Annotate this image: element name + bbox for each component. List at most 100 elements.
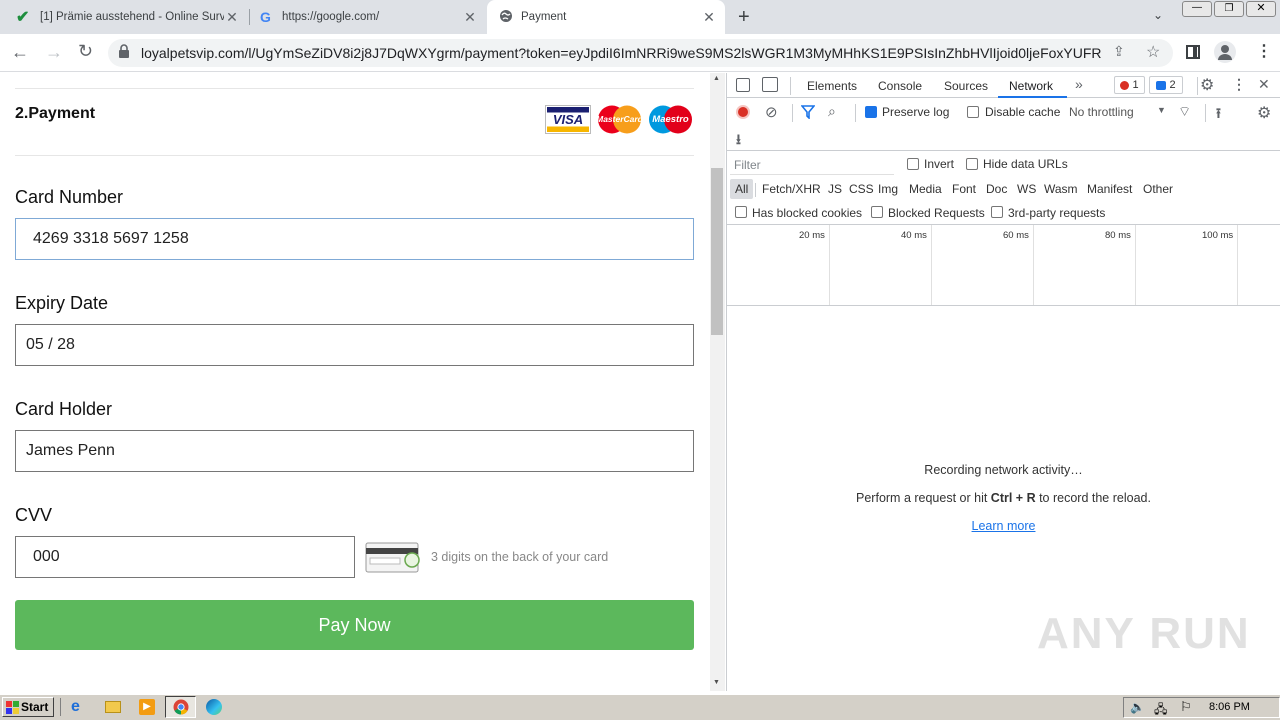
throttling-select[interactable]: No throttling bbox=[1069, 105, 1134, 119]
type-filter-img[interactable]: Img bbox=[878, 182, 898, 196]
media-icon[interactable]: ▶ bbox=[139, 699, 155, 715]
hide-data-urls-checkbox[interactable] bbox=[966, 158, 978, 170]
type-filter-ws[interactable]: WS bbox=[1017, 182, 1036, 196]
preserve-log-checkbox[interactable] bbox=[865, 106, 877, 118]
volume-icon[interactable]: 🔈 bbox=[1130, 700, 1145, 714]
flag-icon[interactable]: ⚐ bbox=[1180, 699, 1192, 715]
type-filter-all[interactable]: All bbox=[730, 179, 754, 199]
search-icon[interactable]: ⌕ bbox=[828, 103, 836, 120]
type-filter-other[interactable]: Other bbox=[1143, 182, 1173, 196]
tab-search-icon[interactable]: ⌄ bbox=[1153, 8, 1163, 22]
share-icon[interactable]: ⇪ bbox=[1113, 43, 1125, 60]
tab-elements[interactable]: Elements bbox=[807, 79, 857, 93]
expiry-date-input[interactable]: 05 / 28 bbox=[15, 324, 694, 366]
side-panel-icon[interactable] bbox=[1186, 45, 1200, 59]
invert-label: Invert bbox=[924, 157, 955, 171]
tab-google[interactable]: G https://google.com/ ✕ bbox=[252, 0, 486, 34]
cvv-hint: 3 digits on the back of your card bbox=[431, 550, 609, 564]
tab-title: Payment bbox=[521, 11, 567, 23]
close-window-button[interactable]: ✕ bbox=[1246, 1, 1276, 17]
type-filter-fetch-xhr[interactable]: Fetch/XHR bbox=[762, 182, 821, 196]
type-filter-media[interactable]: Media bbox=[909, 182, 942, 196]
message-counter[interactable]: 2 bbox=[1149, 76, 1183, 94]
new-tab-button[interactable]: + bbox=[738, 6, 750, 29]
type-filter-doc[interactable]: Doc bbox=[986, 182, 1007, 196]
start-button[interactable]: Start bbox=[2, 697, 54, 717]
hide-data-urls-label: Hide data URLs bbox=[983, 157, 1068, 171]
error-counter[interactable]: 1 bbox=[1114, 76, 1145, 94]
chrome-icon bbox=[173, 699, 189, 715]
tab-network[interactable]: Network bbox=[1009, 79, 1053, 93]
card-number-input[interactable]: 4269 3318 5697 1258 bbox=[15, 218, 694, 260]
inspect-element-icon[interactable] bbox=[736, 78, 750, 92]
invert-checkbox[interactable] bbox=[907, 158, 919, 170]
grid-line bbox=[829, 225, 830, 305]
reload-button[interactable]: ↻ bbox=[78, 41, 93, 62]
learn-more-link[interactable]: Learn more bbox=[727, 519, 1280, 533]
close-devtools-icon[interactable]: ✕ bbox=[1258, 76, 1270, 93]
blocked-requests-checkbox[interactable] bbox=[871, 206, 883, 218]
back-button[interactable]: ← bbox=[11, 42, 29, 63]
devtools-menu-icon[interactable]: ⋮ bbox=[1232, 76, 1246, 93]
chrome-taskbar-button[interactable] bbox=[165, 696, 196, 718]
type-filter-wasm[interactable]: Wasm bbox=[1044, 182, 1078, 196]
tab-title: https://google.com/ bbox=[282, 11, 380, 23]
close-icon[interactable]: ✕ bbox=[701, 9, 717, 26]
payment-page: 2.Payment VISA MasterCard Maestro Card N… bbox=[0, 73, 710, 691]
third-party-label: 3rd-party requests bbox=[1008, 206, 1106, 220]
cvv-input[interactable]: 000 bbox=[15, 536, 355, 578]
tab-console[interactable]: Console bbox=[878, 79, 922, 93]
profile-avatar[interactable] bbox=[1214, 41, 1236, 63]
tab-survey[interactable]: ✔ [1] Prämie ausstehend - Online Surv ✕ bbox=[8, 0, 248, 34]
network-conditions-icon[interactable]: ⌔ bbox=[1178, 103, 1191, 121]
folder-icon[interactable] bbox=[105, 701, 121, 713]
blocked-requests-label: Blocked Requests bbox=[888, 206, 985, 220]
clear-icon[interactable]: ⊘ bbox=[765, 103, 778, 121]
pay-now-button[interactable]: Pay Now bbox=[15, 600, 694, 650]
chevron-down-icon[interactable]: ▼ bbox=[1157, 105, 1166, 115]
tick-label: 40 ms bbox=[901, 230, 927, 241]
tab-payment[interactable]: Payment ✕ bbox=[487, 0, 725, 34]
ie-icon[interactable]: e bbox=[71, 699, 89, 715]
scroll-down-icon[interactable]: ▼ bbox=[713, 679, 720, 686]
check-icon: ✔ bbox=[16, 9, 30, 26]
import-har-icon[interactable]: ⭱ bbox=[1216, 103, 1221, 127]
filter-funnel-icon[interactable] bbox=[800, 105, 816, 124]
close-icon[interactable]: ✕ bbox=[224, 9, 240, 26]
type-filter-css[interactable]: CSS bbox=[849, 182, 874, 196]
third-party-checkbox[interactable] bbox=[991, 206, 1003, 218]
close-icon[interactable]: ✕ bbox=[462, 9, 478, 26]
menu-icon[interactable]: ⋮ bbox=[1256, 41, 1272, 61]
card-holder-input[interactable]: James Penn bbox=[15, 430, 694, 472]
device-toolbar-icon[interactable] bbox=[762, 77, 778, 92]
settings-gear-icon[interactable]: ⚙ bbox=[1200, 75, 1214, 95]
network-overview[interactable]: 20 ms 40 ms 60 ms 80 ms 100 ms bbox=[727, 225, 1280, 306]
bookmark-star-icon[interactable]: ☆ bbox=[1146, 42, 1160, 62]
tick-label: 60 ms bbox=[1003, 230, 1029, 241]
type-filter-js[interactable]: JS bbox=[828, 182, 842, 196]
more-tabs-icon[interactable]: » bbox=[1075, 76, 1083, 92]
filter-input[interactable]: Filter bbox=[730, 155, 894, 175]
divider bbox=[1205, 104, 1206, 122]
disable-cache-checkbox[interactable] bbox=[967, 106, 979, 118]
scrollbar-thumb[interactable] bbox=[711, 168, 723, 335]
network-icon[interactable]: 🖧 bbox=[1154, 700, 1167, 720]
divider bbox=[727, 150, 1280, 151]
active-tab-indicator bbox=[998, 96, 1067, 98]
network-settings-gear-icon[interactable]: ⚙ bbox=[1257, 103, 1271, 123]
tick-label: 100 ms bbox=[1202, 230, 1234, 241]
tab-sources[interactable]: Sources bbox=[944, 79, 988, 93]
edge-icon[interactable] bbox=[206, 699, 222, 715]
maestro-logo: Maestro bbox=[647, 105, 694, 134]
type-filter-font[interactable]: Font bbox=[952, 182, 976, 196]
has-blocked-cookies-checkbox[interactable] bbox=[735, 206, 747, 218]
page-scrollbar[interactable]: ▲ ▼ bbox=[710, 73, 725, 691]
minimize-button[interactable]: — bbox=[1182, 1, 1212, 17]
divider bbox=[855, 104, 856, 122]
type-filter-manifest[interactable]: Manifest bbox=[1087, 182, 1132, 196]
address-bar[interactable]: loyalpetsvip.com/l/UgYmSeZiDV8i2j8J7DqWX… bbox=[108, 39, 1173, 67]
restore-button[interactable]: ❐ bbox=[1214, 1, 1244, 17]
scroll-up-icon[interactable]: ▲ bbox=[713, 75, 720, 82]
forward-button[interactable]: → bbox=[45, 42, 63, 63]
record-button[interactable] bbox=[736, 105, 750, 119]
